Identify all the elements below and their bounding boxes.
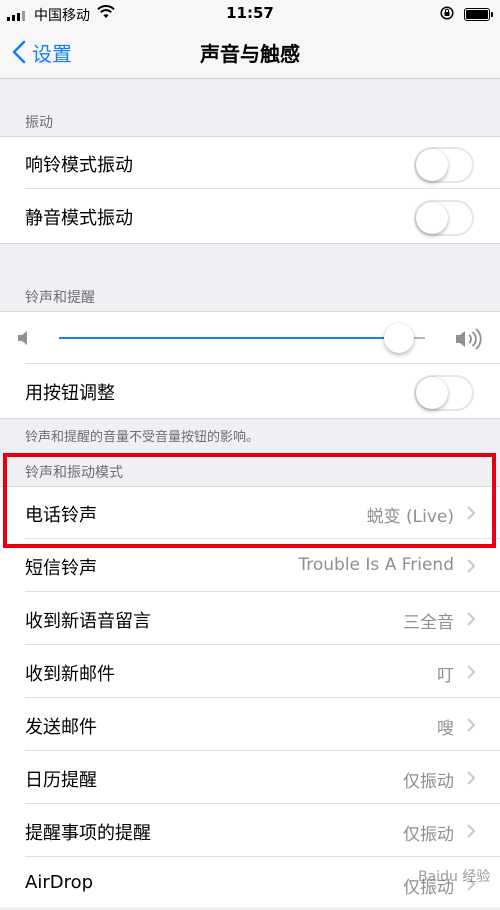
row-label: 短信铃声 <box>25 558 97 579</box>
rotation-lock-icon <box>440 6 454 20</box>
row-vibrate-on-ring: 响铃模式振动 <box>0 137 500 189</box>
row-value: 三全音 <box>403 613 454 633</box>
row-separator <box>25 591 500 592</box>
ringer-volume-row <box>0 312 500 364</box>
toggle-knob <box>416 202 448 234</box>
speaker-low-icon <box>18 331 27 345</box>
vibration-group: 响铃模式振动 静音模式振动 <box>0 136 500 244</box>
toggle-knob <box>416 377 448 409</box>
status-bar: 中国移动 11:57 <box>0 0 500 28</box>
section-header-vibration: 振动 <box>25 115 53 131</box>
row-separator <box>25 188 500 189</box>
ringer-group: 用按钮调整 <box>0 311 500 419</box>
row-reminder-alerts[interactable]: 提醒事项的提醒 仅振动 <box>0 805 500 857</box>
speaker-high-icon <box>456 328 482 350</box>
row-label: 响铃模式振动 <box>25 155 133 176</box>
chevron-right-icon <box>467 559 476 573</box>
row-new-voicemail[interactable]: 收到新语音留言 三全音 <box>0 593 500 645</box>
row-new-mail[interactable]: 收到新邮件 叮 <box>0 646 500 698</box>
row-separator <box>25 750 500 751</box>
vibrate-on-silent-toggle[interactable] <box>414 200 474 236</box>
row-value: 嗖 <box>437 719 454 739</box>
change-with-buttons-toggle[interactable] <box>414 375 474 411</box>
chevron-right-icon <box>467 612 476 626</box>
row-change-with-buttons: 用按钮调整 <box>0 365 500 417</box>
chevron-right-icon <box>467 718 476 732</box>
row-label: 用按钮调整 <box>25 383 115 404</box>
chevron-right-icon <box>467 824 476 838</box>
volume-slider-thumb[interactable] <box>384 323 415 353</box>
highlight-box <box>3 453 496 548</box>
row-separator <box>25 644 500 645</box>
row-separator <box>25 856 500 857</box>
row-sent-mail[interactable]: 发送邮件 嗖 <box>0 699 500 751</box>
row-value: 仅振动 <box>403 772 454 792</box>
patterns-group: 电话铃声 蜕变 (Live) 短信铃声 Trouble Is A Friend … <box>0 486 500 907</box>
row-value: Trouble Is A Friend <box>298 555 454 575</box>
row-separator <box>25 363 500 364</box>
row-label: AirDrop <box>25 872 94 893</box>
row-label: 提醒事项的提醒 <box>25 823 151 844</box>
row-value: 叮 <box>437 666 454 686</box>
toggle-knob <box>416 149 448 181</box>
row-separator <box>25 697 500 698</box>
watermark: Baidu 经验 <box>418 869 491 885</box>
volume-track-fill <box>59 337 400 339</box>
row-label: 收到新语音留言 <box>25 611 151 632</box>
status-time: 11:57 <box>226 4 274 22</box>
chevron-right-icon <box>467 665 476 679</box>
row-calendar-alerts[interactable]: 日历提醒 仅振动 <box>0 752 500 804</box>
vibrate-on-ring-toggle[interactable] <box>414 147 474 183</box>
navigation-bar: 设置 声音与触感 <box>0 28 500 79</box>
row-label: 静音模式振动 <box>25 208 133 229</box>
chevron-right-icon <box>467 771 476 785</box>
row-label: 收到新邮件 <box>25 664 115 685</box>
row-label: 日历提醒 <box>25 770 97 791</box>
row-label: 发送邮件 <box>25 717 97 738</box>
battery-icon <box>464 8 493 21</box>
row-value: 仅振动 <box>403 825 454 845</box>
row-vibrate-on-silent: 静音模式振动 <box>0 190 500 242</box>
row-separator <box>25 803 500 804</box>
page-title: 声音与触感 <box>200 42 300 66</box>
ringer-footer-note: 铃声和提醒的音量不受音量按钮的影响。 <box>25 430 260 445</box>
section-header-ringer: 铃声和提醒 <box>25 290 95 306</box>
